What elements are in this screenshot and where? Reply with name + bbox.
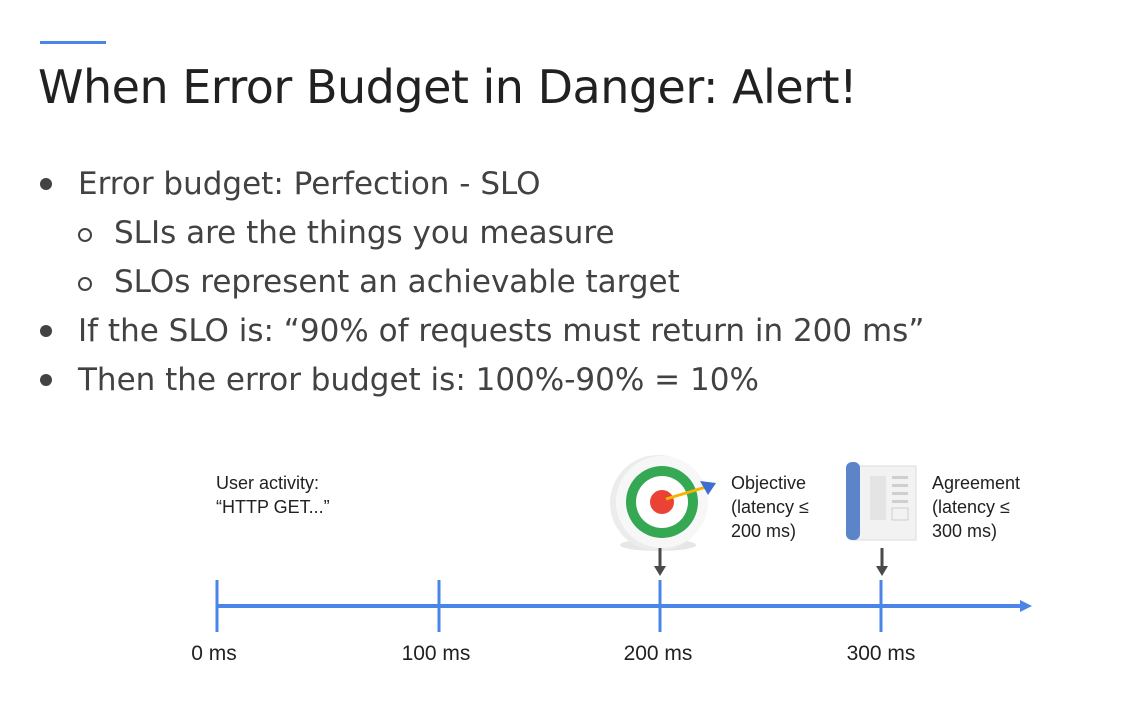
agreement-label: Agreement (latency ≤ 300 ms) xyxy=(932,471,1020,543)
user-activity-line1: User activity: xyxy=(216,473,320,493)
agreement-line3: 300 ms) xyxy=(932,521,998,541)
user-activity-line2: “HTTP GET...” xyxy=(216,497,330,517)
agreement-line2: (latency ≤ xyxy=(932,497,1010,517)
latency-timeline-diagram xyxy=(215,455,1032,632)
agreement-down-arrow-icon xyxy=(876,548,888,576)
document-icon xyxy=(846,462,917,541)
objective-label: Objective (latency ≤ 200 ms) xyxy=(731,471,809,543)
agreement-line1: Agreement xyxy=(932,473,1021,493)
tick-label-0ms: 0 ms xyxy=(191,642,237,665)
axis-arrowhead-icon xyxy=(1020,600,1032,612)
user-activity-label: User activity: “HTTP GET...” xyxy=(216,471,330,519)
tick-label-200ms: 200 ms xyxy=(623,642,693,665)
objective-down-arrow-icon xyxy=(654,548,666,576)
tick-label-100ms: 100 ms xyxy=(401,642,471,665)
target-icon xyxy=(610,455,716,551)
objective-line3: 200 ms) xyxy=(731,521,797,541)
tick-label-300ms: 300 ms xyxy=(846,642,916,665)
objective-line1: Objective xyxy=(731,473,807,493)
objective-line2: (latency ≤ xyxy=(731,497,809,517)
